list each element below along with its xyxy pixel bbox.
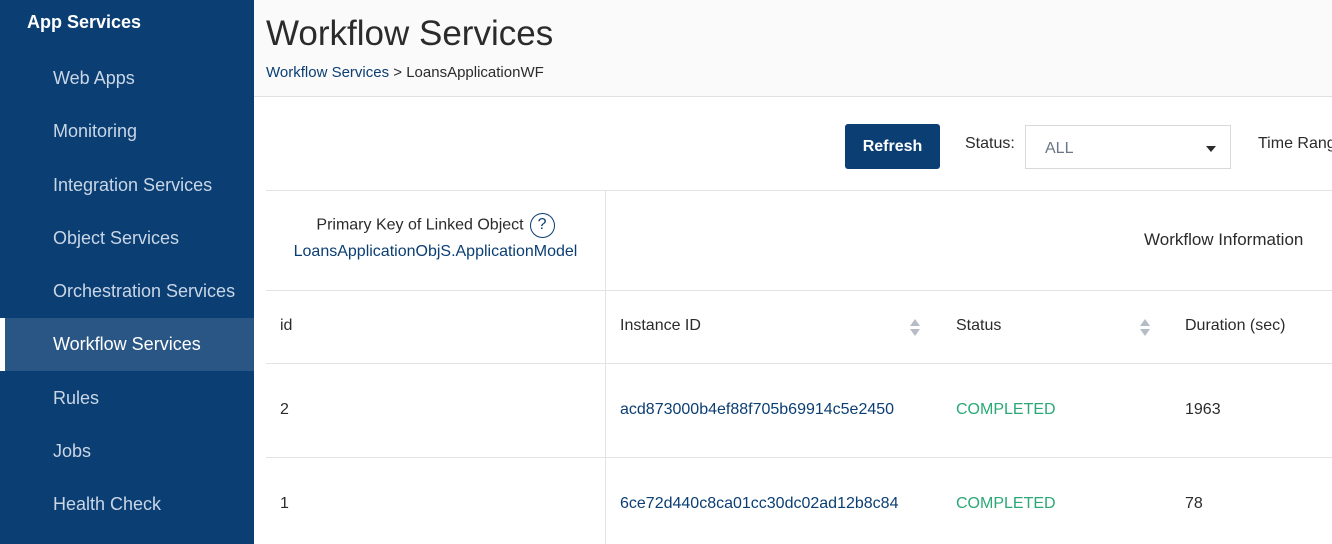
sidebar-item-monitoring[interactable]: Monitoring	[0, 105, 254, 158]
sidebar-item-rules[interactable]: Rules	[0, 372, 254, 425]
column-header-id[interactable]: id	[280, 317, 292, 335]
sidebar-item-web-apps[interactable]: Web Apps	[0, 52, 254, 105]
sidebar-item-orchestration-services[interactable]: Orchestration Services	[0, 265, 254, 318]
instance-id-link[interactable]: 6ce72d440c8ca01cc30dc02ad12b8c84	[620, 495, 898, 513]
breadcrumb-current: LoansApplicationWF	[406, 64, 544, 81]
refresh-button[interactable]: Refresh	[845, 124, 940, 169]
sidebar-item-object-services[interactable]: Object Services	[0, 212, 254, 265]
status-badge: COMPLETED	[956, 495, 1056, 512]
table-column-divider	[605, 190, 606, 544]
column-header-status[interactable]: Status	[956, 317, 1001, 335]
primary-key-label: Primary Key of Linked Object	[316, 216, 524, 234]
chevron-down-icon	[1206, 146, 1216, 152]
instance-id-link[interactable]: acd873000b4ef88f705b69914c5e2450	[620, 401, 894, 419]
sidebar-section-title[interactable]: App Services	[27, 12, 141, 33]
breadcrumb-link-workflow-services[interactable]: Workflow Services	[266, 64, 389, 81]
table-divider	[266, 363, 1332, 364]
group-header-primary-key: Primary Key of Linked Object? LoansAppli…	[266, 190, 605, 290]
sort-icon[interactable]	[1140, 319, 1150, 339]
table-row-id: 2	[280, 401, 289, 418]
sidebar-item-jobs[interactable]: Jobs	[0, 425, 254, 478]
breadcrumb: Workflow Services > LoansApplicationWF	[266, 64, 544, 81]
sidebar-item-health-check[interactable]: Health Check	[0, 478, 254, 531]
duration-value: 1963	[1185, 401, 1221, 418]
breadcrumb-separator: >	[389, 64, 407, 81]
duration-value: 78	[1185, 495, 1203, 512]
page-title: Workflow Services	[266, 14, 554, 53]
status-badge: COMPLETED	[956, 401, 1056, 418]
page-header: Workflow Services Workflow Services > Lo…	[254, 0, 1332, 97]
table-divider	[266, 457, 1332, 458]
status-filter-label: Status:	[965, 135, 1015, 152]
primary-key-object-name: LoansApplicationObjS.ApplicationModel	[293, 243, 578, 260]
status-filter-select[interactable]: ALL	[1025, 125, 1231, 169]
table-divider	[266, 290, 1332, 291]
sidebar: App Services Web Apps Monitoring Integra…	[0, 0, 254, 544]
group-header-workflow-information: Workflow Information	[1144, 230, 1304, 249]
workflow-instances-table: Primary Key of Linked Object? LoansAppli…	[266, 190, 1332, 544]
table-row-id: 1	[280, 495, 289, 512]
primary-key-group: Primary Key of Linked Object?	[266, 213, 605, 238]
sidebar-item-integration-services[interactable]: Integration Services	[0, 159, 254, 212]
time-range-label: Time Range	[1258, 135, 1332, 152]
help-icon[interactable]: ?	[529, 213, 555, 238]
sidebar-item-workflow-services[interactable]: Workflow Services	[0, 318, 254, 371]
column-header-duration[interactable]: Duration (sec)	[1185, 317, 1285, 335]
sort-icon[interactable]	[910, 319, 920, 339]
column-header-instance-id[interactable]: Instance ID	[620, 317, 701, 335]
app-window: App Services Web Apps Monitoring Integra…	[0, 0, 1332, 544]
status-filter-value: ALL	[1045, 140, 1074, 157]
